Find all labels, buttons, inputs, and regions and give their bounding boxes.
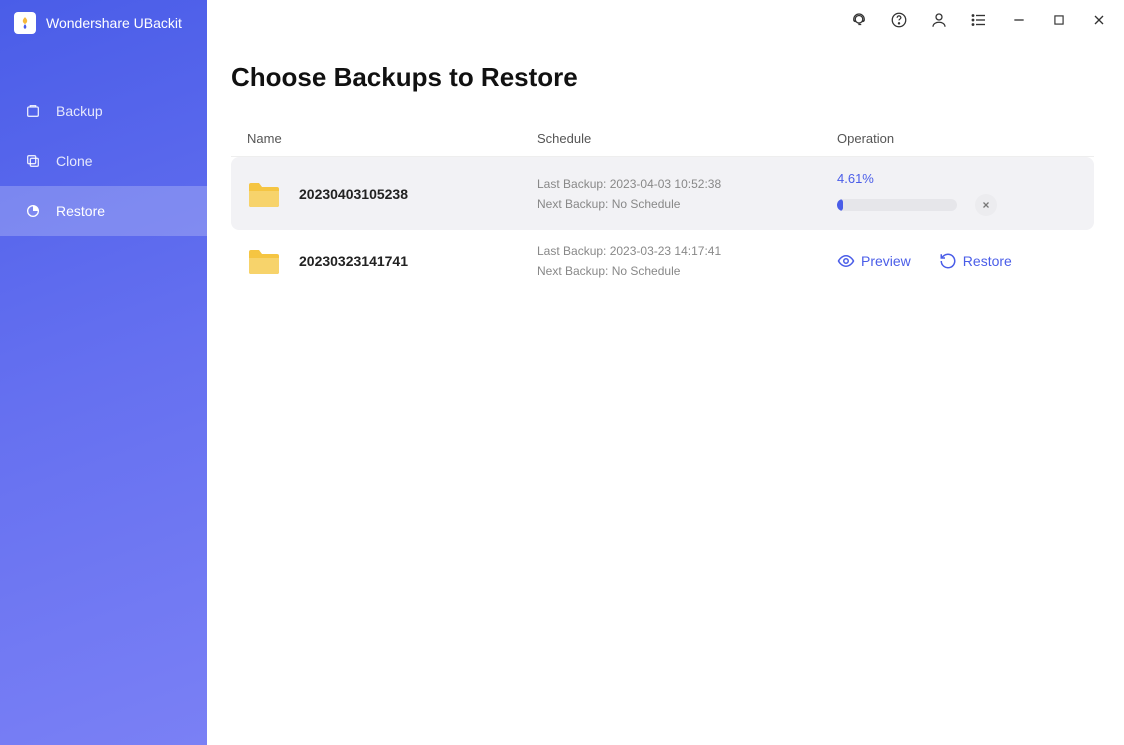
main: Choose Backups to Restore Name Schedule … xyxy=(207,0,1124,745)
next-backup: Next Backup: No Schedule xyxy=(537,197,837,211)
sidebar-item-backup[interactable]: Backup xyxy=(0,86,207,136)
column-schedule: Schedule xyxy=(537,131,837,146)
nav: Backup Clone Restore xyxy=(0,86,207,236)
backup-row[interactable]: 20230323141741 Last Backup: 2023-03-23 1… xyxy=(231,230,1094,292)
backup-icon xyxy=(24,102,42,120)
support-icon[interactable] xyxy=(850,11,868,29)
sidebar-item-label: Clone xyxy=(56,153,93,169)
preview-label: Preview xyxy=(861,253,911,269)
maximize-icon[interactable] xyxy=(1050,11,1068,29)
titlebar xyxy=(207,0,1124,40)
progress-bar xyxy=(837,199,957,211)
progress-fill xyxy=(837,199,843,211)
folder-icon xyxy=(247,246,281,276)
backup-name: 20230403105238 xyxy=(299,186,408,202)
preview-button[interactable]: Preview xyxy=(837,252,911,270)
progress-percent: 4.61% xyxy=(837,171,1078,186)
folder-icon xyxy=(247,179,281,209)
restore-button[interactable]: Restore xyxy=(939,252,1012,270)
restore-icon xyxy=(24,202,42,220)
page-title: Choose Backups to Restore xyxy=(231,62,1094,93)
close-icon[interactable] xyxy=(1090,11,1108,29)
backup-row[interactable]: 20230403105238 Last Backup: 2023-04-03 1… xyxy=(231,157,1094,230)
column-name: Name xyxy=(247,131,537,146)
clone-icon xyxy=(24,152,42,170)
backup-name: 20230323141741 xyxy=(299,253,408,269)
sidebar-item-label: Backup xyxy=(56,103,103,119)
cancel-button[interactable] xyxy=(975,194,997,216)
sidebar-item-restore[interactable]: Restore xyxy=(0,186,207,236)
help-icon[interactable] xyxy=(890,11,908,29)
column-operation: Operation xyxy=(837,131,1078,146)
app-header: Wondershare UBackit xyxy=(0,0,207,46)
app-logo-icon xyxy=(14,12,36,34)
list-icon[interactable] xyxy=(970,11,988,29)
restore-label: Restore xyxy=(963,253,1012,269)
sidebar-item-label: Restore xyxy=(56,203,105,219)
sidebar-item-clone[interactable]: Clone xyxy=(0,136,207,186)
content: Choose Backups to Restore Name Schedule … xyxy=(207,40,1124,292)
user-icon[interactable] xyxy=(930,11,948,29)
next-backup: Next Backup: No Schedule xyxy=(537,264,837,278)
minimize-icon[interactable] xyxy=(1010,11,1028,29)
list-header: Name Schedule Operation xyxy=(231,121,1094,157)
sidebar: Wondershare UBackit Backup Clone Restore xyxy=(0,0,207,745)
last-backup: Last Backup: 2023-03-23 14:17:41 xyxy=(537,244,837,258)
last-backup: Last Backup: 2023-04-03 10:52:38 xyxy=(537,177,837,191)
app-title: Wondershare UBackit xyxy=(46,15,182,31)
